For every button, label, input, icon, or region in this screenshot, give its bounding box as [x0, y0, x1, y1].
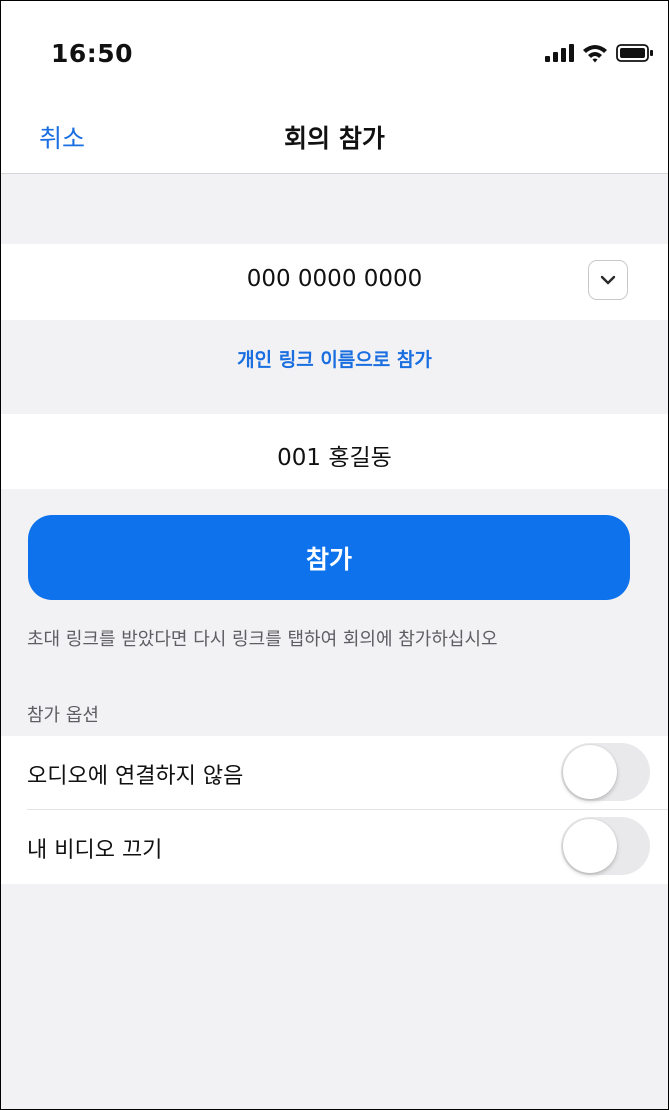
display-name-value[interactable]: 001 홍길동 [1, 438, 668, 472]
wifi-icon [583, 45, 607, 63]
chevron-down-icon [600, 275, 616, 285]
meeting-id-value[interactable]: 000 0000 0000 [1, 266, 668, 292]
display-name-field[interactable]: 001 홍길동 [1, 414, 668, 489]
meeting-id-field[interactable]: 000 0000 0000 [1, 244, 668, 320]
join-button[interactable]: 참가 [28, 515, 630, 600]
signal-icon [545, 44, 574, 62]
invite-link-hint: 초대 링크를 받았다면 다시 링크를 탭하여 회의에 참가하십시오 [27, 629, 498, 650]
status-icons [544, 43, 654, 63]
option-label-video-off: 내 비디오 끄기 [27, 838, 163, 863]
join-options-header: 참가 옵션 [27, 705, 99, 726]
option-label-no-audio: 오디오에 연결하지 않음 [27, 764, 244, 789]
video-off-toggle[interactable] [561, 817, 650, 875]
join-options-list: 오디오에 연결하지 않음 내 비디오 끄기 [1, 736, 668, 884]
meeting-id-dropdown-button[interactable] [588, 260, 628, 300]
status-time: 16:50 [51, 39, 134, 68]
battery-icon [616, 44, 653, 62]
toggle-knob [563, 745, 617, 799]
toggle-knob [563, 819, 617, 873]
option-row-no-audio: 오디오에 연결하지 않음 [1, 736, 668, 810]
status-bar: 16:50 [1, 1, 668, 101]
phone-screen: 16:50 취소 회의 참가 000 0000 0000 개인 링크 이름으로 … [0, 0, 669, 1110]
page-title: 회의 참가 [284, 124, 385, 153]
nav-bar: 취소 회의 참가 [1, 101, 668, 174]
option-row-video-off: 내 비디오 끄기 [1, 810, 668, 883]
no-audio-toggle[interactable] [561, 743, 650, 801]
join-with-personal-link-link[interactable]: 개인 링크 이름으로 참가 [1, 345, 668, 372]
